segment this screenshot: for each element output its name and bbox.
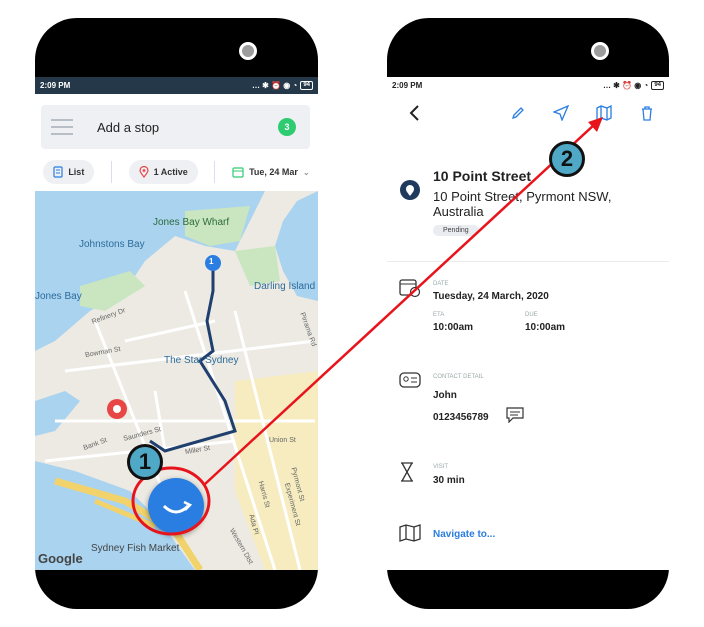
edit-button[interactable] — [506, 101, 530, 125]
divider — [387, 261, 669, 262]
active-filter-label: 1 Active — [153, 167, 188, 177]
map-label: Johnstons Bay — [79, 239, 145, 250]
stop-address: 10 Point Street, Pyrmont NSW, Australia — [433, 189, 612, 219]
battery-icon: 94 — [651, 81, 664, 90]
due-label: DUE — [525, 312, 538, 318]
chevron-left-icon — [409, 105, 419, 121]
calendar-icon — [232, 167, 244, 178]
send-icon — [553, 105, 569, 121]
status-time: 2:09 PM — [392, 81, 423, 90]
back-button[interactable] — [403, 101, 427, 125]
active-filter-button[interactable]: 1 Active — [128, 160, 198, 184]
due-value: 10:00am — [525, 322, 566, 333]
google-attribution: Google — [38, 551, 83, 566]
divider — [214, 161, 216, 183]
contact-name: John — [433, 390, 457, 401]
camera-icon — [591, 42, 609, 60]
location-pin-icon — [399, 179, 421, 206]
add-stop-bar[interactable]: Add a stop 3 — [41, 105, 310, 149]
send-button[interactable] — [549, 101, 573, 125]
date-value: Tuesday, 24 March, 2020 — [433, 291, 549, 302]
status-time: 2:09 PM — [40, 81, 71, 90]
status-bar: 2:09 PM … ✱ ⏰ ◉ ◔ 94 — [387, 77, 669, 94]
message-button[interactable] — [506, 407, 524, 428]
camera-icon — [239, 42, 257, 60]
date-selector-label: Tue, 24 Mar — [249, 167, 298, 177]
document-icon — [53, 166, 63, 178]
map-label: Sydney Fish Market — [91, 543, 180, 554]
map-label: Jones Bay — [35, 291, 82, 302]
route-list-screen: 2:09 PM … ✱ ⏰ ◉ ◔ 94 Add a stop 3 List 1… — [35, 77, 318, 570]
map-label: Jones Bay Wharf — [153, 217, 230, 228]
map-view-button[interactable] — [592, 101, 616, 125]
hourglass-icon — [399, 462, 415, 487]
map-icon — [596, 105, 612, 121]
status-bar: 2:09 PM … ✱ ⏰ ◉ ◔ 94 — [35, 77, 318, 94]
detail-toolbar — [387, 97, 669, 133]
navigate-link[interactable]: Navigate to... — [433, 529, 495, 540]
battery-icon: 94 — [300, 81, 313, 90]
stop-title: 10 Point Street — [433, 168, 532, 184]
contact-phone[interactable]: 0123456789 — [433, 412, 489, 423]
contact-label: CONTACT DETAIL — [433, 374, 484, 380]
phone-left: 2:09 PM … ✱ ⏰ ◉ ◔ 94 Add a stop 3 List 1… — [35, 18, 318, 609]
map-label: Darling Island — [254, 281, 316, 292]
list-view-button[interactable]: List — [43, 160, 95, 184]
route-map[interactable]: 1 Jones Bay Wharf Johnstons Bay Jones Ba… — [35, 191, 318, 570]
status-badge: Pending — [433, 225, 479, 236]
date-label: DATE — [433, 281, 449, 287]
eta-label: ETA — [433, 312, 445, 318]
list-view-label: List — [68, 167, 85, 177]
date-selector[interactable]: Tue, 24 Mar ⌄ — [232, 166, 310, 178]
divider — [110, 161, 112, 183]
step-marker-2: 2 — [549, 141, 585, 177]
status-icons: … ✱ ⏰ ◉ ◔ 94 — [603, 81, 664, 90]
trash-icon — [642, 106, 652, 121]
step-marker-1: 1 — [127, 444, 163, 480]
add-stop-label[interactable]: Add a stop — [97, 120, 159, 135]
street-label: Union St — [269, 437, 296, 444]
contact-card-icon — [399, 372, 421, 393]
delete-button[interactable] — [635, 101, 659, 125]
location-pin-icon — [139, 166, 149, 178]
chat-bubble-icon — [506, 407, 524, 424]
stop-detail-screen: 2:09 PM … ✱ ⏰ ◉ ◔ 94 10 Point Street 10 — [387, 77, 669, 570]
visit-value: 30 min — [433, 475, 465, 486]
map-label: The Star Sydney — [164, 355, 239, 366]
optimize-route-button[interactable] — [148, 478, 204, 534]
stop-count-badge: 3 — [278, 118, 296, 136]
menu-icon[interactable] — [51, 119, 73, 140]
optimize-arrow-icon — [162, 500, 193, 514]
pencil-icon — [511, 107, 524, 120]
phone-right: 2:09 PM … ✱ ⏰ ◉ ◔ 94 10 Point Street 10 — [387, 18, 669, 609]
map-icon — [399, 524, 421, 547]
filter-bar: List 1 Active Tue, 24 Mar ⌄ — [35, 155, 318, 189]
eta-value: 10:00am — [433, 322, 474, 333]
chevron-down-icon: ⌄ — [302, 167, 310, 177]
status-icons: … ✱ ⏰ ◉ ◔ 94 — [252, 81, 313, 90]
stop-marker-number[interactable]: 1 — [209, 257, 213, 266]
visit-label: VISIT — [433, 464, 449, 470]
calendar-clock-icon — [399, 278, 421, 303]
